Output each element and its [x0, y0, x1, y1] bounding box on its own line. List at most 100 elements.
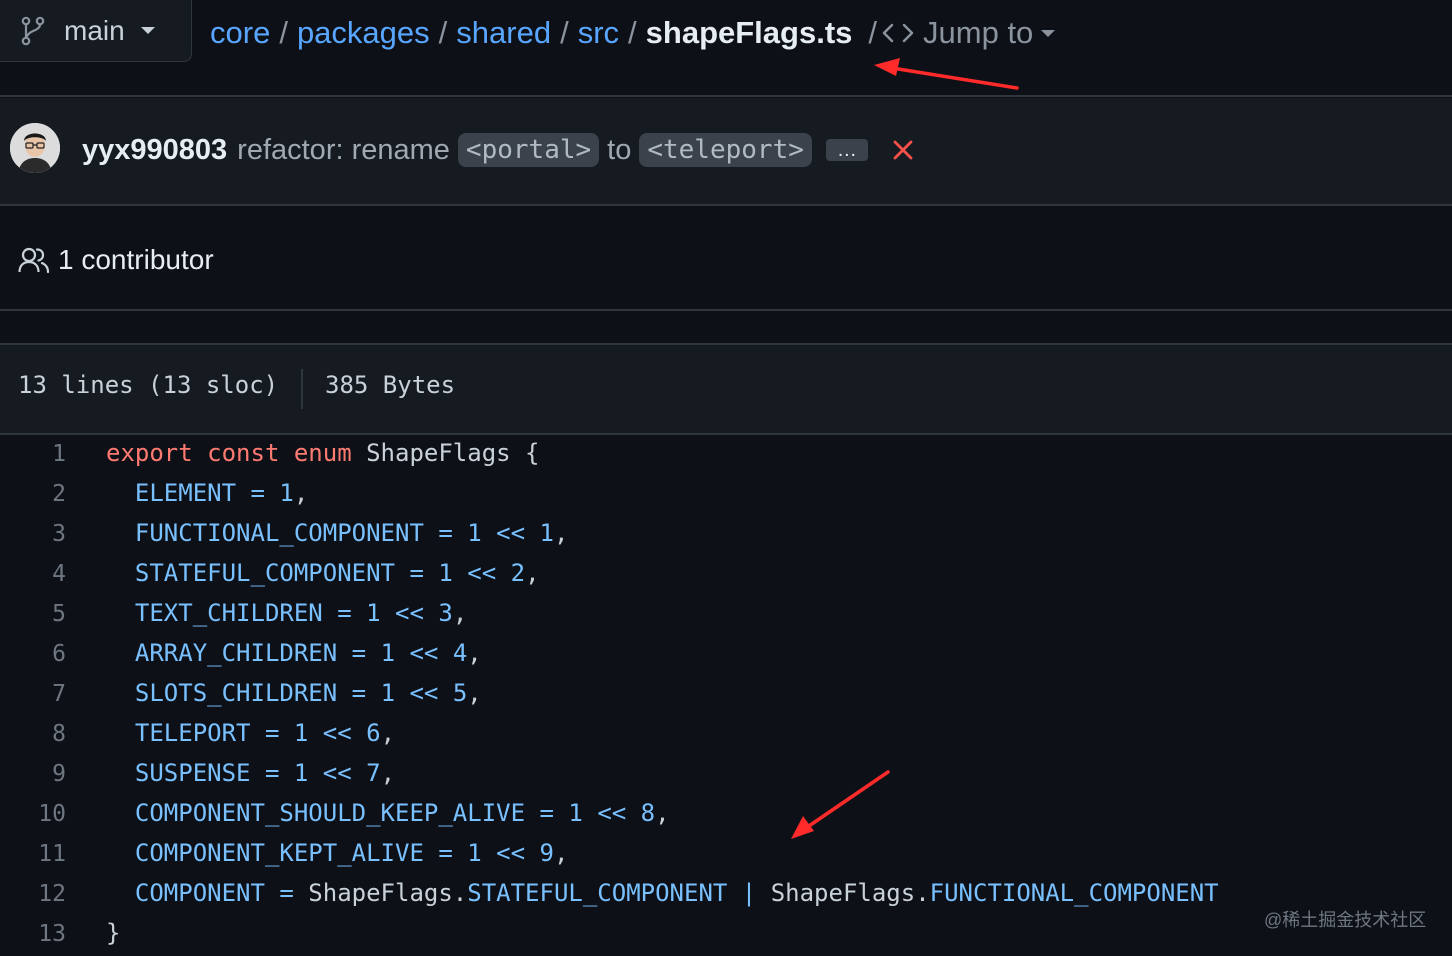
- latest-commit-bar: yyx990803 refactor: rename <portal> to <…: [0, 98, 1452, 204]
- code-token: =: [264, 759, 280, 787]
- breadcrumb-link-src[interactable]: src: [578, 15, 619, 51]
- code-text: ELEMENT = 1,: [106, 479, 308, 507]
- code-token: <<: [496, 519, 526, 547]
- breadcrumb-separator: /: [560, 15, 569, 50]
- breadcrumb: core / packages / shared / src / shapeFl…: [210, 12, 1056, 54]
- breadcrumb-link-shared[interactable]: shared: [456, 15, 551, 51]
- chevron-down-icon: [1041, 29, 1056, 37]
- avatar[interactable]: [10, 123, 60, 173]
- code-token: 1: [568, 799, 583, 827]
- file-info-bar: 13 lines (13 sloc) 385 Bytes: [0, 345, 1452, 433]
- code-line: 7 SLOTS_CHILDREN = 1 << 5,: [0, 675, 1452, 715]
- commit-message[interactable]: refactor: rename: [237, 134, 450, 167]
- line-number[interactable]: 1: [0, 441, 66, 467]
- code-token: 1: [467, 839, 482, 867]
- code-token: ,: [655, 799, 670, 827]
- breadcrumb-link-packages[interactable]: packages: [297, 15, 430, 51]
- code-token: const: [207, 439, 280, 467]
- code-text: STATEFUL_COMPONENT = 1 << 2,: [106, 559, 540, 587]
- code-token: COMPONENT: [134, 879, 265, 907]
- code-token: ELEMENT: [134, 479, 237, 507]
- code-token: <<: [395, 599, 424, 627]
- line-number[interactable]: 12: [0, 881, 66, 907]
- jump-to-button[interactable]: / Jump to: [868, 15, 1056, 51]
- code-text: FUNCTIONAL_COMPONENT = 1 << 1,: [106, 519, 569, 547]
- author-avatar-image: [10, 123, 60, 173]
- x-icon[interactable]: [892, 139, 914, 161]
- code-token: SUSPENSE: [134, 759, 251, 787]
- code-line: 8 TELEPORT = 1 << 6,: [0, 715, 1452, 755]
- code-token: ,: [467, 639, 482, 667]
- line-number[interactable]: 13: [0, 921, 66, 947]
- code-token: =: [337, 599, 352, 627]
- contributors-row[interactable]: 1 contributor: [0, 206, 1452, 310]
- code-text: SUSPENSE = 1 << 7,: [106, 759, 395, 787]
- code-token: STATEFUL_COMPONENT: [467, 879, 728, 907]
- code-token: 1: [539, 519, 554, 547]
- branch-select-button[interactable]: main: [0, 0, 192, 62]
- line-number[interactable]: 3: [0, 521, 66, 547]
- code-token: <<: [322, 759, 352, 787]
- line-number[interactable]: 8: [0, 721, 66, 747]
- commit-author[interactable]: yyx990803: [82, 134, 227, 167]
- breadcrumb-link-core[interactable]: core: [210, 15, 270, 51]
- code-text: ARRAY_CHILDREN = 1 << 4,: [106, 639, 482, 667]
- divider: [0, 309, 1452, 311]
- breadcrumb-separator: /: [279, 15, 288, 50]
- code-token: }: [106, 919, 121, 947]
- code-text: COMPONENT_KEPT_ALIVE = 1 << 9,: [106, 839, 569, 867]
- code-text: SLOTS_CHILDREN = 1 << 5,: [106, 679, 482, 707]
- code-token: ,: [525, 559, 540, 587]
- line-number[interactable]: 11: [0, 841, 66, 867]
- code-token: 7: [366, 759, 381, 787]
- line-number[interactable]: 2: [0, 481, 66, 507]
- code-token: =: [438, 519, 453, 547]
- expand-commit-message-button[interactable]: …: [825, 139, 868, 161]
- line-number[interactable]: 4: [0, 561, 66, 587]
- code-token: <<: [409, 679, 439, 707]
- line-number[interactable]: 10: [0, 801, 66, 827]
- jump-to-label: Jump to: [923, 15, 1034, 50]
- code-token: 1: [380, 679, 396, 707]
- code-token: 4: [452, 639, 468, 667]
- commit-code-tag: <teleport>: [639, 133, 812, 167]
- line-number[interactable]: 5: [0, 601, 66, 627]
- breadcrumb-separator: /: [438, 15, 448, 50]
- line-number[interactable]: 9: [0, 761, 66, 787]
- code-token: 1: [438, 559, 453, 587]
- code-token: 8: [640, 799, 656, 827]
- commit-message-to[interactable]: to: [607, 134, 631, 167]
- code-token: ,: [380, 719, 396, 747]
- line-number[interactable]: 6: [0, 641, 66, 667]
- code-token: =: [351, 639, 367, 667]
- code-token: TELEPORT: [134, 719, 251, 747]
- line-number[interactable]: 7: [0, 681, 66, 707]
- code-token: <<: [409, 639, 439, 667]
- code-token: ,: [553, 519, 569, 547]
- code-token: 2: [510, 559, 526, 587]
